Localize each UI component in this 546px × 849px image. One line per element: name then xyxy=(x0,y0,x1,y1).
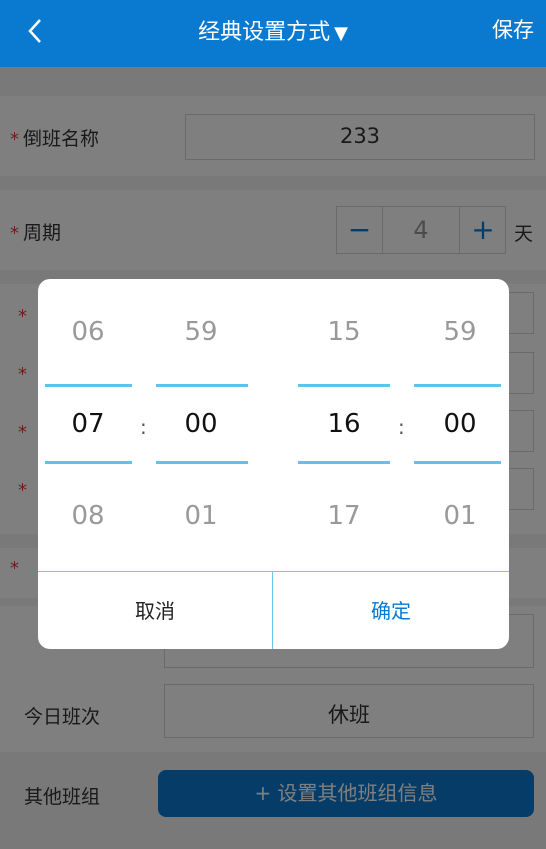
end-hour-wheel[interactable]: 15 16 17 xyxy=(299,279,389,571)
selection-line-bottom xyxy=(156,461,248,464)
wheel-next[interactable]: 17 xyxy=(299,501,389,531)
cancel-button[interactable]: 取消 xyxy=(38,572,273,649)
time-range-picker-dialog: 06 07 08 : 59 00 01 15 16 17 : 59 00 01 … xyxy=(38,279,509,649)
title-text: 经典设置方式 xyxy=(198,20,331,45)
save-button[interactable]: 保存 xyxy=(492,14,534,44)
time-separator: : xyxy=(140,415,147,439)
wheel-selected[interactable]: 00 xyxy=(415,409,505,439)
end-minute-wheel[interactable]: 59 00 01 xyxy=(415,279,505,571)
wheel-prev[interactable]: 59 xyxy=(156,317,246,347)
wheel-next[interactable]: 01 xyxy=(415,501,505,531)
page-title[interactable]: 经典设置方式 ▼ xyxy=(0,14,546,46)
start-hour-wheel[interactable]: 06 07 08 xyxy=(43,279,133,571)
wheel-selected[interactable]: 07 xyxy=(43,409,133,439)
wheel-selected[interactable]: 16 xyxy=(299,409,389,439)
top-bar: 经典设置方式 ▼ 保存 xyxy=(0,0,546,67)
dropdown-caret-icon: ▼ xyxy=(334,23,348,44)
wheel-next[interactable]: 08 xyxy=(43,501,133,531)
wheel-prev[interactable]: 15 xyxy=(299,317,389,347)
selection-line-bottom xyxy=(298,461,390,464)
selection-line-bottom xyxy=(45,461,132,464)
dialog-footer: 取消 确定 xyxy=(38,571,509,649)
wheel-next[interactable]: 01 xyxy=(156,501,246,531)
selection-line-top xyxy=(156,384,248,387)
wheel-selected[interactable]: 00 xyxy=(156,409,246,439)
selection-line-top xyxy=(45,384,132,387)
selection-line-top xyxy=(414,384,501,387)
start-minute-wheel[interactable]: 59 00 01 xyxy=(156,279,246,571)
selection-line-top xyxy=(298,384,390,387)
time-separator: : xyxy=(398,415,405,439)
wheel-prev[interactable]: 59 xyxy=(415,317,505,347)
confirm-button[interactable]: 确定 xyxy=(273,572,509,649)
selection-line-bottom xyxy=(414,461,501,464)
wheel-prev[interactable]: 06 xyxy=(43,317,133,347)
